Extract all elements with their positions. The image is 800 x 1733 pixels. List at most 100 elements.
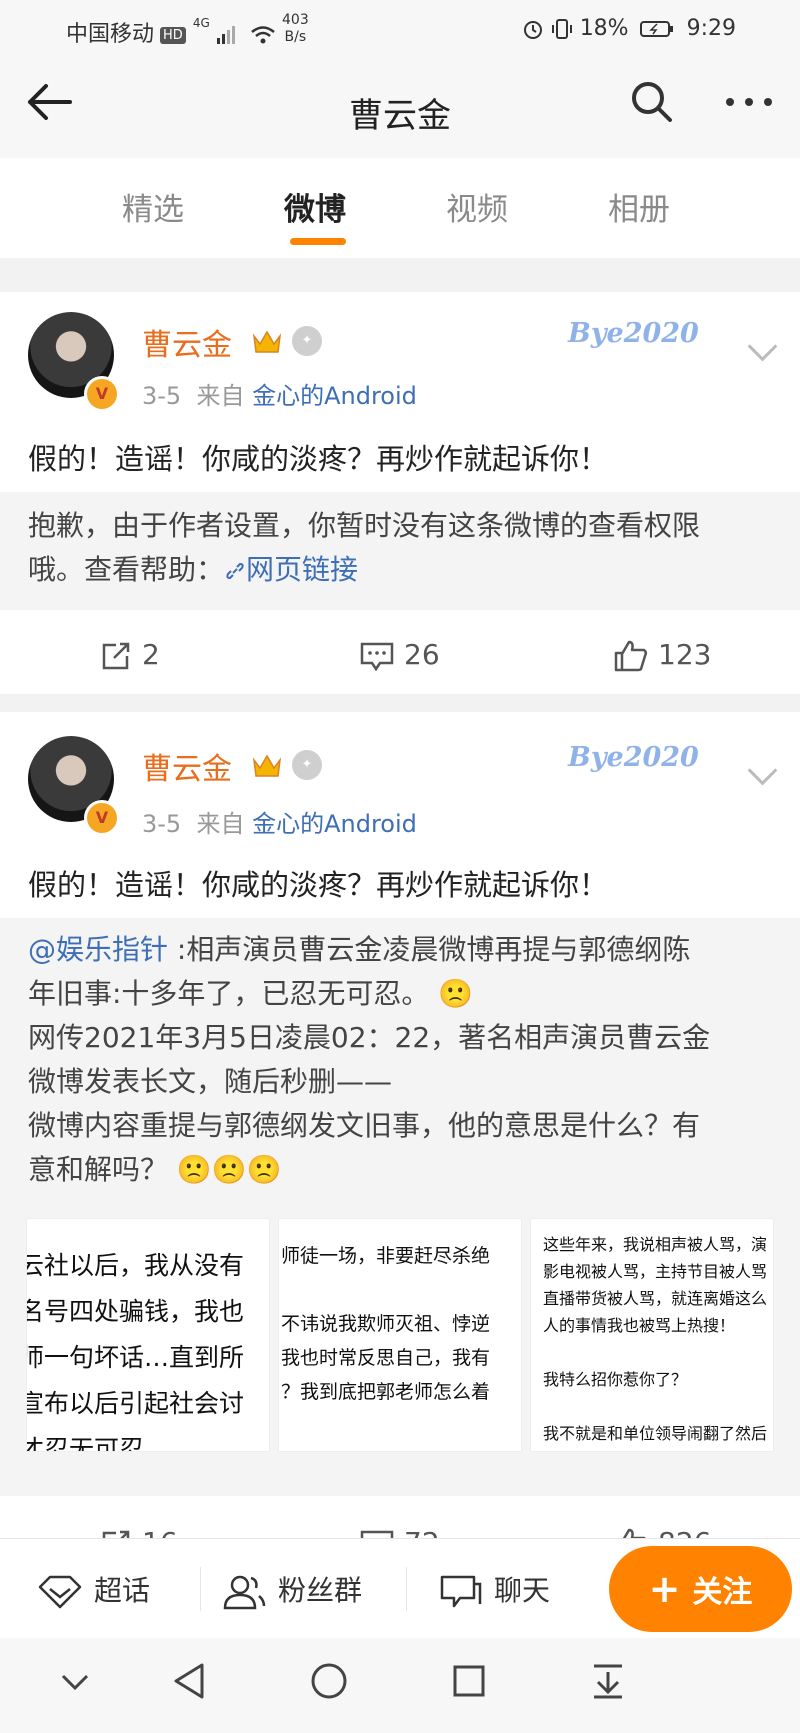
battery-icon — [639, 21, 673, 37]
quoted-text: @娱乐指针 :相声演员曹云金凌晨微博再提与郭德纲陈 年旧事:十多年了，已忍无可忍… — [28, 928, 773, 1192]
notice-help-label: 哦。查看帮助： — [28, 553, 225, 586]
crown-icon — [252, 330, 282, 353]
alarm-icon — [523, 21, 542, 39]
like-button[interactable]: 123 — [614, 638, 711, 672]
quote-line: 年旧事:十多年了，已忍无可忍。 🙁 — [28, 972, 773, 1016]
follow-label: 关注 — [692, 1575, 753, 1610]
network-speed: 403 B/s — [282, 12, 309, 46]
notice-line: 抱歉，由于作者设置，你暂时没有这条微博的查看权限 — [28, 509, 701, 542]
post-actions: 2 26 123 — [0, 616, 800, 694]
follow-button[interactable]: + 关注 — [609, 1546, 792, 1632]
system-nav-bar — [0, 1638, 800, 1733]
from-label: 来自 — [196, 382, 245, 410]
quote-line: 意和解吗？ 🙁🙁🙁 — [28, 1148, 773, 1192]
post-card: V 曹云金 ✦ 3-5 来自 金心的Android Bye2020 假的！造谣！… — [0, 292, 800, 694]
post-source[interactable]: 金心的Android — [252, 810, 417, 838]
status-bar: 中国移动 HD 4G 403 B/s 18% 9:29 — [0, 0, 800, 60]
image-thumbnail[interactable]: 师徒一场，非要赶尽杀绝 不讳说我欺师灭祖、悖逆 我也时常反思自己，我有 ？我到底… — [278, 1218, 522, 1452]
thumbs-up-icon — [614, 640, 648, 672]
crown-icon — [252, 754, 282, 777]
quoted-post[interactable]: @娱乐指针 :相声演员曹云金凌晨微博再提与郭德纲陈 年旧事:十多年了，已忍无可忍… — [0, 918, 800, 1496]
chevron-down-icon[interactable] — [747, 331, 778, 362]
mention-link[interactable]: @娱乐指针 — [28, 933, 168, 966]
search-icon[interactable] — [630, 80, 674, 124]
notice-line: 哦。查看帮助： 网页链接 — [28, 548, 773, 592]
tab-album[interactable]: 相册 — [608, 184, 670, 229]
quote-line: 微博发表长文，随后秒删—— — [28, 1065, 393, 1098]
notification-pulldown-icon[interactable] — [590, 1662, 626, 1700]
profile-header: 曹云金 — [0, 60, 800, 158]
more-options-icon[interactable] — [724, 96, 774, 108]
supertopic-label: 超话 — [94, 1574, 151, 1607]
verified-badge-icon: V — [84, 376, 120, 412]
comment-button[interactable]: 26 — [360, 638, 440, 672]
carrier-name: 中国移动 — [66, 22, 155, 47]
tab-video[interactable]: 视频 — [446, 184, 508, 229]
quote-line-text: :相声演员曹云金凌晨微博再提与郭德纲陈 — [168, 933, 691, 966]
image-thumbnail[interactable]: 云社以后，我从没有 名号四处骗钱，我也 师一句坏话…直到所 宣布以后引起社会讨 … — [26, 1218, 270, 1452]
thumbnail-text: 云社以后，我从没有 名号四处骗钱，我也 师一句坏话…直到所 宣布以后引起社会讨 … — [26, 1251, 245, 1452]
chevron-down-icon[interactable] — [747, 755, 778, 786]
help-link-text[interactable]: 网页链接 — [246, 553, 358, 586]
nav-back-icon[interactable] — [172, 1662, 206, 1700]
active-tab-indicator — [290, 238, 346, 245]
collapse-icon[interactable] — [60, 1672, 90, 1692]
repost-icon — [102, 642, 130, 670]
quote-line: 网传2021年3月5日凌晨02：22，著名相声演员曹云金 — [28, 1021, 711, 1054]
battery-percent: 18% — [579, 16, 629, 41]
post-username[interactable]: 曹云金 — [142, 320, 232, 364]
post-text: 假的！造谣！你咸的淡疼？再炒作就起诉你！ — [28, 868, 609, 902]
network-type: 4G — [192, 16, 210, 30]
plus-icon: + — [648, 1567, 681, 1611]
post-text: 假的！造谣！你咸的淡疼？再炒作就起诉你！ — [28, 442, 609, 476]
quote-line-text: 意和解吗？ — [28, 1153, 169, 1186]
verified-badge-icon: V — [84, 800, 120, 836]
group-icon — [223, 1575, 266, 1610]
post-source[interactable]: 金心的Android — [252, 382, 417, 410]
carrier-info: 中国移动 HD 4G — [66, 16, 276, 48]
fan-group-label: 粉丝群 — [278, 1574, 363, 1607]
clock: 9:29 — [686, 16, 736, 41]
post-card: V 曹云金 ✦ 3-5 来自 金心的Android Bye2020 假的！造谣！… — [0, 712, 800, 1560]
image-thumbnail[interactable]: 这些年来，我说相声被人骂，演 影电视被人骂，主持节目被人骂 直播带货被人骂，就连… — [530, 1218, 774, 1452]
chat-label: 聊天 — [494, 1574, 551, 1607]
wifi-icon — [250, 26, 275, 44]
supertopic-button[interactable]: 超话 — [38, 1569, 150, 1609]
repost-count: 2 — [142, 638, 160, 671]
repost-button[interactable]: 2 — [100, 638, 160, 671]
tab-featured[interactable]: 精选 — [122, 184, 184, 229]
quote-line-text: 年旧事:十多年了，已忍无可忍。 — [28, 977, 430, 1010]
nav-home-icon[interactable] — [310, 1662, 348, 1700]
from-label: 来自 — [196, 810, 245, 838]
restricted-notice: 抱歉，由于作者设置，你暂时没有这条微博的查看权限 哦。查看帮助： 网页链接 — [0, 492, 800, 610]
post-meta: 3-5 来自 金心的Android — [142, 376, 417, 411]
comment-icon — [360, 642, 394, 672]
quote-line: @娱乐指针 :相声演员曹云金凌晨微博再提与郭德纲陈 — [28, 928, 773, 972]
fan-group-button[interactable]: 粉丝群 — [222, 1569, 362, 1610]
page-title: 曹云金 — [349, 96, 451, 136]
tab-weibo[interactable]: 微博 — [284, 184, 346, 229]
bye2020-badge: Bye2020 — [568, 318, 699, 349]
post-date: 3-5 — [142, 382, 182, 410]
thumbnail-text: 师徒一场，非要赶尽杀绝 不讳说我欺师灭祖、悖逆 我也时常反思自己，我有 ？我到底… — [281, 1245, 491, 1403]
speed-unit: B/s — [284, 29, 307, 45]
nav-recents-icon[interactable] — [452, 1664, 486, 1698]
bye2020-badge: Bye2020 — [568, 742, 699, 773]
post-username[interactable]: 曹云金 — [142, 744, 232, 788]
divider — [406, 1567, 407, 1611]
system-status: 18% 9:29 — [522, 16, 736, 41]
sad-emoji-icon: 🙁🙁🙁 — [176, 1153, 282, 1186]
post-date: 3-5 — [142, 810, 182, 838]
post-meta: 3-5 来自 金心的Android — [142, 804, 417, 839]
vibrate-icon — [551, 19, 572, 39]
quote-line: 微博内容重提与郭德纲发文旧事，他的意思是什么？有 — [28, 1109, 701, 1142]
speed-value: 403 — [282, 12, 309, 28]
chat-button[interactable]: 聊天 — [440, 1569, 550, 1610]
notice-text: 抱歉，由于作者设置，你暂时没有这条微博的查看权限 哦。查看帮助： 网页链接 — [28, 504, 773, 592]
like-count: 123 — [658, 638, 712, 671]
profile-tabs: 精选 微博 视频 相册 — [0, 158, 800, 258]
help-link[interactable]: 网页链接 — [224, 553, 358, 586]
link-icon — [226, 562, 244, 580]
diamond-icon — [38, 1575, 82, 1609]
chat-icon — [440, 1575, 482, 1608]
